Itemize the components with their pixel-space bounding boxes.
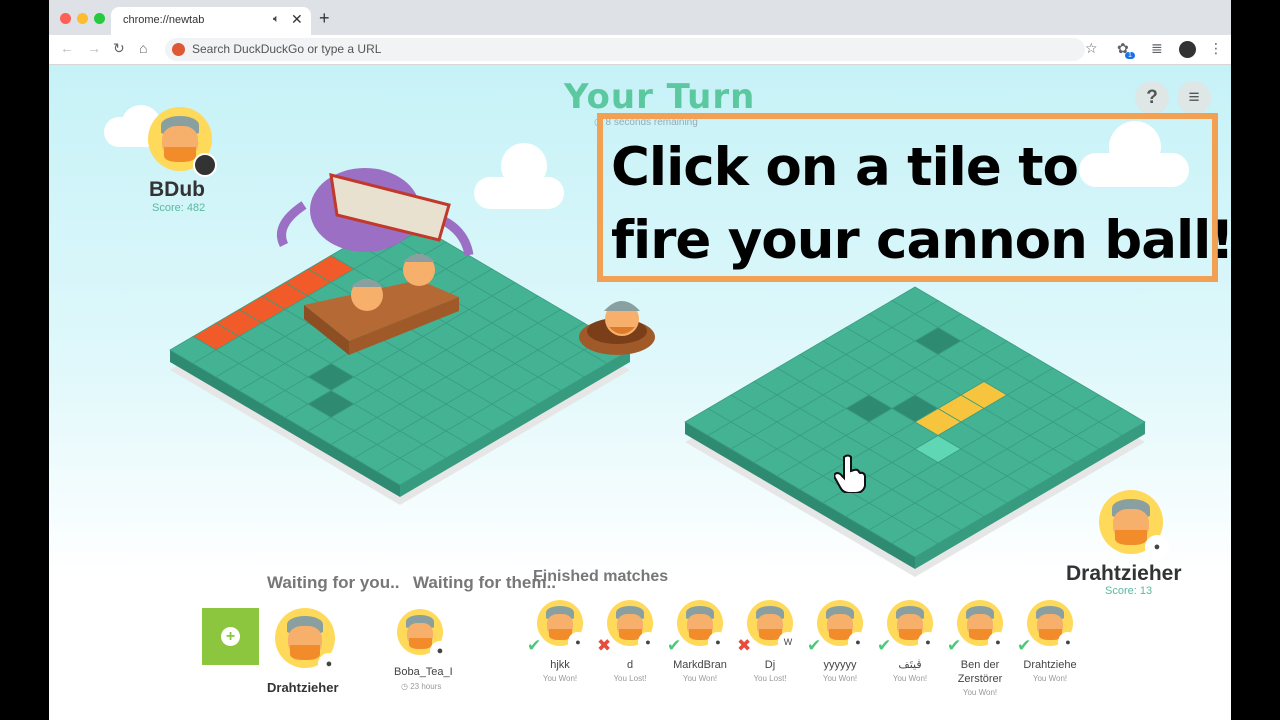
- waiting-them-time: ◷ 23 hours: [401, 682, 442, 691]
- tab-title: chrome://newtab: [123, 14, 205, 26]
- kebab-menu-icon[interactable]: ⋮: [1209, 40, 1223, 57]
- player-board: [169, 214, 631, 505]
- minimize-window-button[interactable]: [77, 13, 88, 24]
- cross-icon: ✖: [737, 636, 752, 655]
- user-icon: ●: [848, 632, 868, 652]
- waiting-you-player-name: Drahtzieher: [267, 680, 339, 695]
- opponent-board[interactable]: [684, 286, 1146, 577]
- waiting-for-you-heading: Waiting for you..: [267, 573, 400, 592]
- user-initial-badge: W: [778, 632, 798, 652]
- finished-matches-heading: Finished matches: [533, 568, 669, 585]
- instruction-overlay: Click on a tile to fire your cannon ball…: [597, 113, 1231, 282]
- user-icon: ●: [638, 632, 658, 652]
- match-player-label: hjkk: [550, 659, 570, 671]
- turn-title: Your Turn: [564, 77, 756, 117]
- player2-name: Drahtzieher: [1066, 562, 1182, 585]
- viking-in-barrel: [579, 301, 655, 355]
- match-player-label: yyyyyy: [823, 659, 857, 671]
- player2-score: Score: 13: [1105, 585, 1153, 597]
- user-icon: ●: [708, 632, 728, 652]
- user-icon: ●: [1058, 632, 1078, 652]
- help-button[interactable]: ?: [1135, 81, 1169, 115]
- speaker-icon[interactable]: 🔈︎: [273, 13, 280, 26]
- address-bar[interactable]: Search DuckDuckGo or type a URL: [165, 38, 1085, 61]
- browser-tab[interactable]: chrome://newtab 🔈︎ ✕: [111, 7, 311, 35]
- match-player-label: MarkdBran: [673, 659, 727, 671]
- user-icon: ●: [988, 632, 1008, 652]
- media-control-icon[interactable]: ≣: [1151, 40, 1163, 57]
- hand-cursor-icon: [834, 454, 866, 493]
- instruction-text: Click on a tile to fire your cannon ball…: [611, 131, 1231, 277]
- instruction-line-2: fire your cannon ball!: [611, 210, 1231, 271]
- new-match-button[interactable]: +: [202, 608, 259, 665]
- user-icon: ●: [430, 641, 450, 661]
- check-icon: ✔: [527, 636, 542, 655]
- address-bar-placeholder: Search DuckDuckGo or type a URL: [192, 42, 382, 56]
- match-result: You Lost!: [753, 674, 787, 683]
- user-icon: ●: [918, 632, 938, 652]
- home-icon[interactable]: ⌂: [139, 40, 147, 56]
- match-player-name: MarkdBran You Won!: [665, 658, 735, 686]
- check-icon: ✔: [877, 636, 892, 655]
- player1-score: Score: 482: [152, 202, 206, 214]
- match-result: You Won!: [542, 674, 578, 683]
- match-result: You Won!: [1032, 674, 1068, 683]
- match-player-label: ڤيتَف: [898, 659, 922, 671]
- match-result: You Won!: [962, 688, 998, 697]
- check-icon: ✔: [947, 636, 962, 655]
- user-icon: ●: [568, 632, 588, 652]
- match-player-label: Drahtziehe: [1023, 659, 1077, 671]
- user-icon: ●: [1145, 535, 1169, 559]
- instruction-line-1: Click on a tile to: [611, 137, 1079, 198]
- browser-toolbar: ← → ↻ ⌂ Search DuckDuckGo or type a URL …: [49, 35, 1231, 65]
- match-player-label: d: [626, 659, 634, 671]
- tab-strip: chrome://newtab 🔈︎ ✕ +: [49, 0, 1231, 35]
- match-player-name: Drahtziehe You Won!: [1015, 658, 1085, 686]
- match-player-label: Ben der Zerstörer: [957, 659, 1003, 685]
- match-player-name: Dj You Lost!: [735, 658, 805, 686]
- match-player-label: Dj: [764, 659, 776, 671]
- browser-window: chrome://newtab 🔈︎ ✕ + ← → ↻ ⌂ Search Du…: [49, 0, 1231, 720]
- match-result: You Lost!: [613, 674, 647, 683]
- match-result: You Won!: [682, 674, 718, 683]
- match-player-name: Ben der Zerstörer You Won!: [945, 658, 1015, 700]
- match-result: You Won!: [822, 674, 858, 683]
- menu-button[interactable]: ≡: [1177, 81, 1211, 115]
- match-player-name: hjkk You Won!: [525, 658, 595, 686]
- forward-icon[interactable]: →: [87, 40, 101, 56]
- match-result: You Won!: [892, 674, 928, 683]
- check-icon: ✔: [807, 636, 822, 655]
- back-icon[interactable]: ←: [60, 40, 74, 56]
- check-icon: ✔: [1017, 636, 1032, 655]
- maximize-window-button[interactable]: [94, 13, 105, 24]
- user-icon: ●: [318, 653, 340, 675]
- reload-icon[interactable]: ↻: [113, 40, 125, 57]
- player1-photo-badge: [193, 153, 217, 177]
- cross-icon: ✖: [597, 636, 612, 655]
- duckduckgo-icon: [172, 43, 185, 56]
- check-icon: ✔: [667, 636, 682, 655]
- new-tab-icon[interactable]: +: [319, 8, 330, 29]
- match-player-name: yyyyyy You Won!: [805, 658, 875, 686]
- profile-avatar[interactable]: [1179, 41, 1196, 58]
- extension-badge: 1: [1125, 52, 1135, 59]
- clock-icon: ◷: [401, 682, 408, 691]
- close-tab-icon[interactable]: ✕: [291, 11, 303, 28]
- close-window-button[interactable]: [60, 13, 71, 24]
- match-player-name: ڤيتَف You Won!: [875, 658, 945, 686]
- match-player-name: d You Lost!: [595, 658, 665, 686]
- plus-icon: +: [221, 627, 240, 646]
- game-canvas: Your Turn ◷ 8 seconds remaining ? ≡ Clic…: [49, 65, 1231, 720]
- waiting-them-player-name: Boba_Tea_I: [394, 666, 453, 678]
- bookmark-star-icon[interactable]: ☆: [1085, 40, 1098, 57]
- player1-name: BDub: [149, 178, 205, 201]
